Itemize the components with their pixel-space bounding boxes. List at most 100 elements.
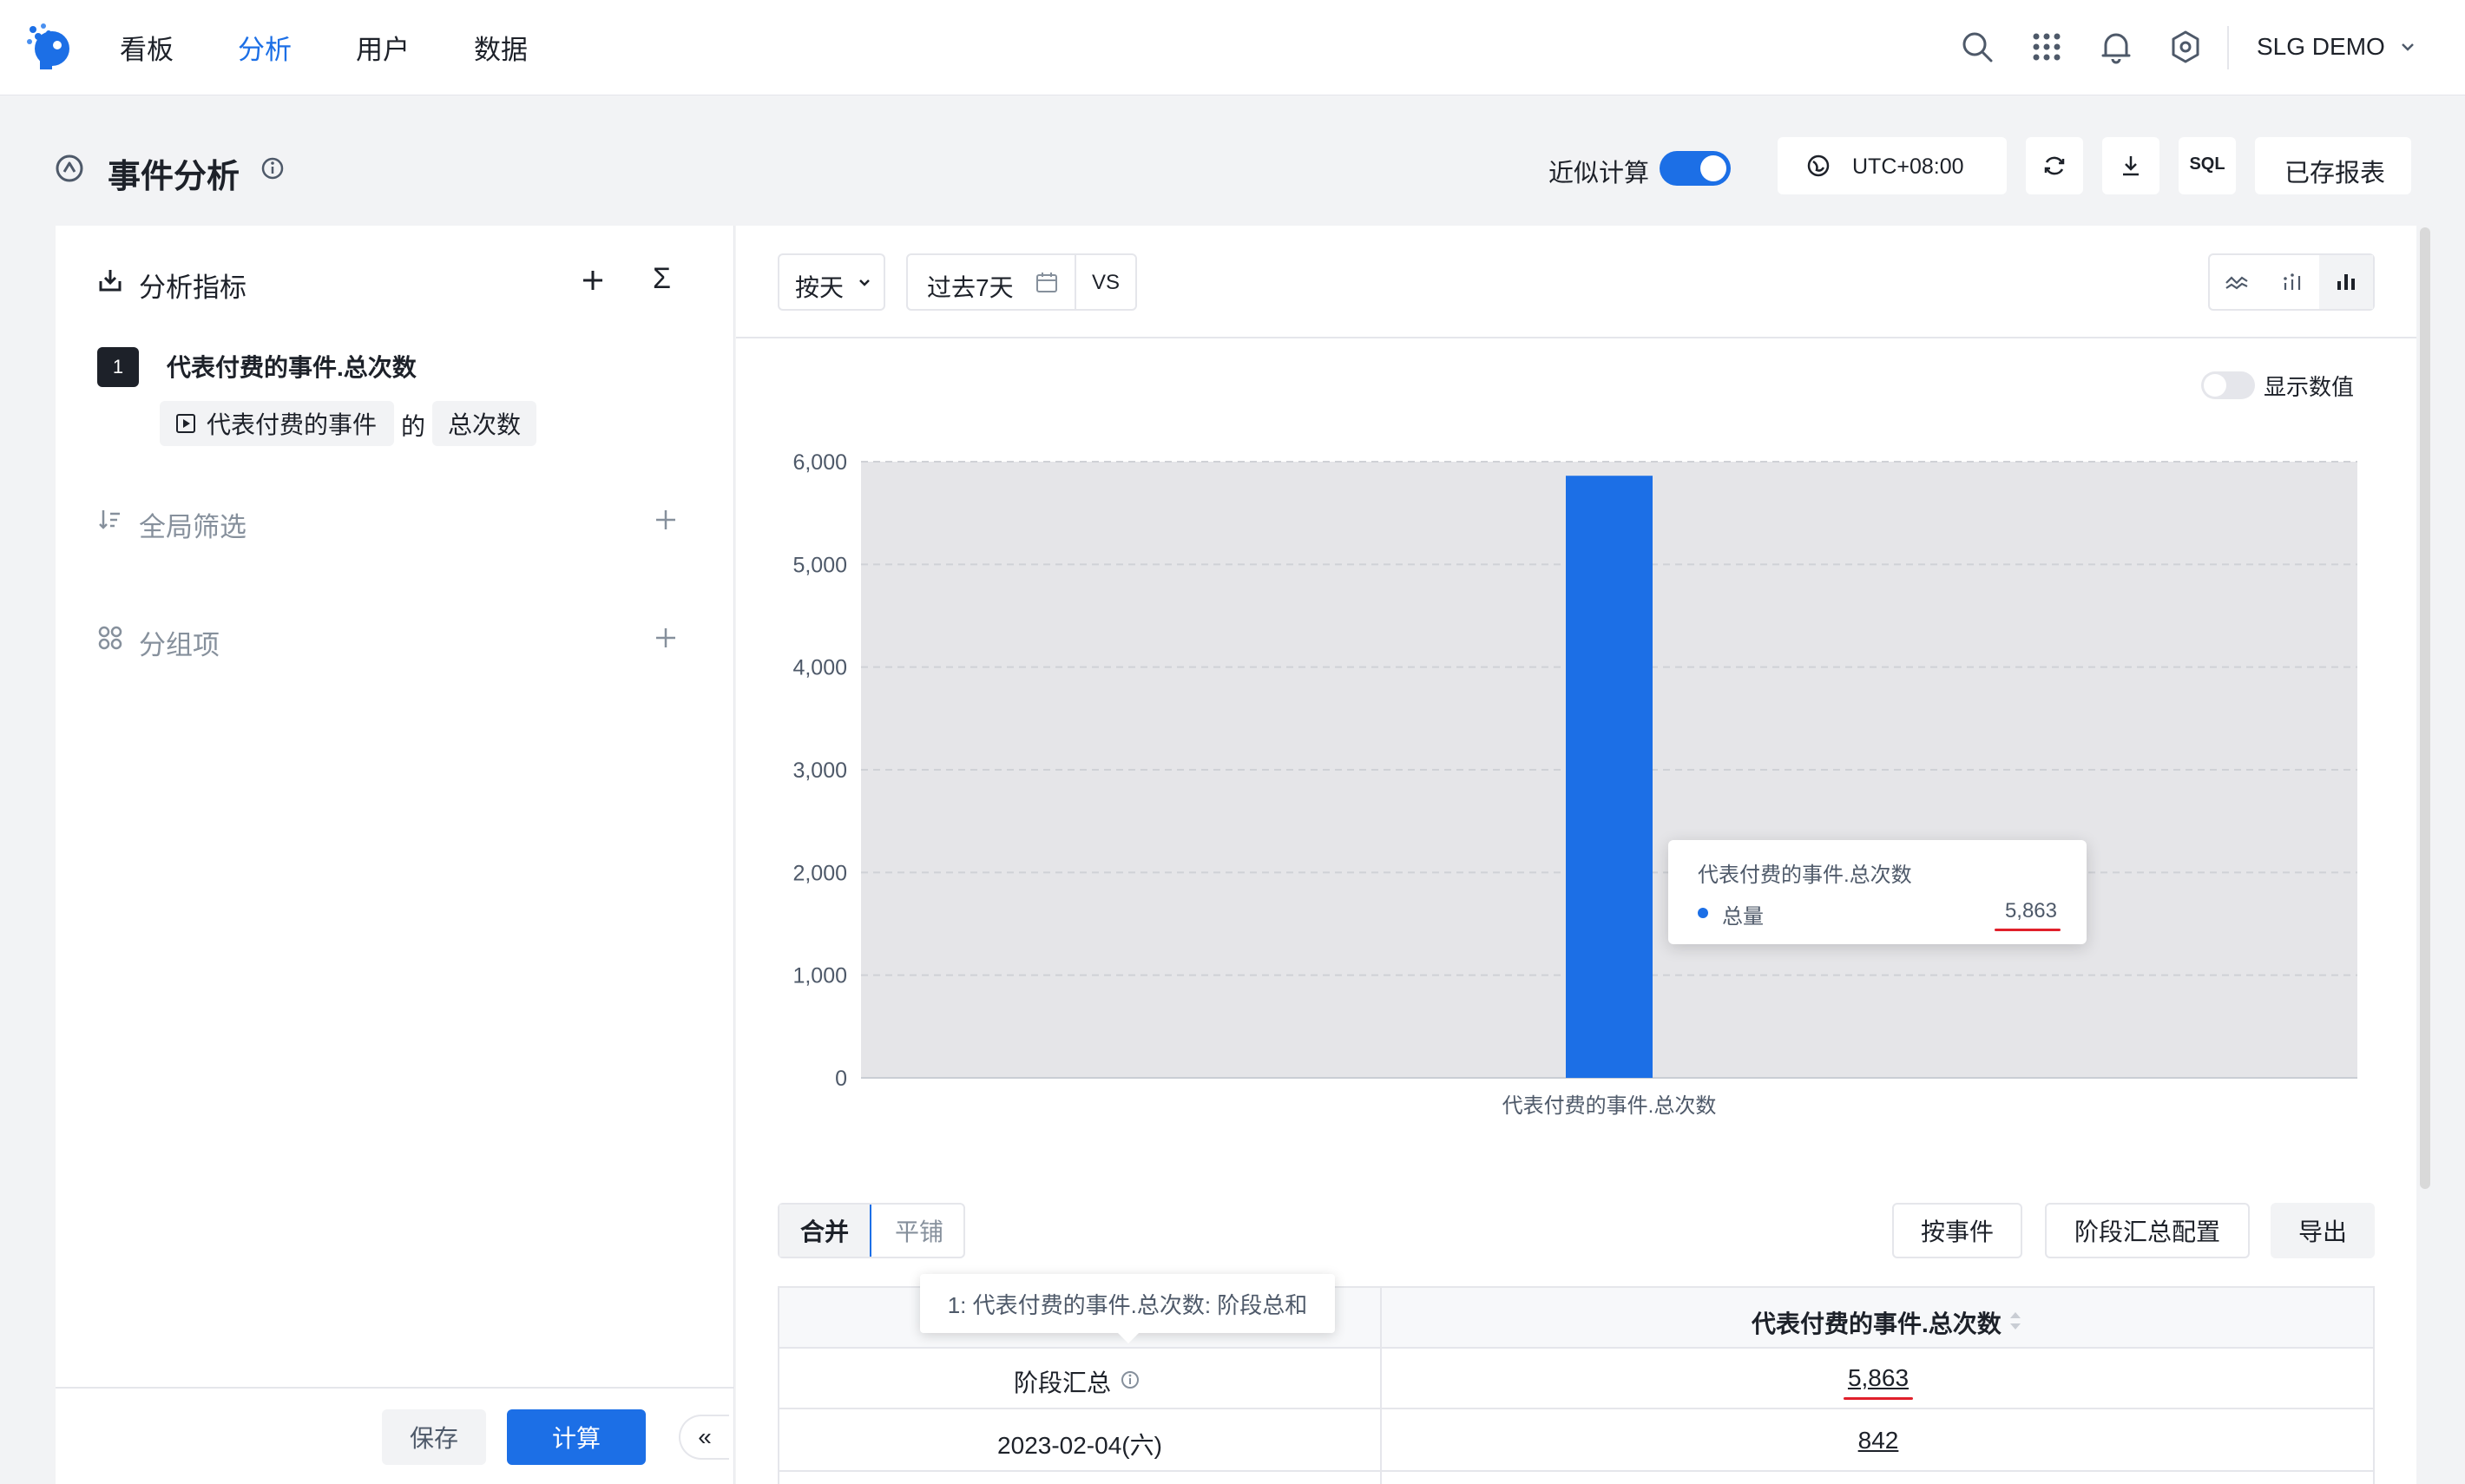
event-type-icon bbox=[176, 414, 195, 433]
y-tick-label: 6,000 bbox=[792, 450, 847, 475]
collapse-panel-button[interactable]: « bbox=[679, 1415, 729, 1460]
scatter-chart-button[interactable] bbox=[2265, 255, 2319, 309]
aggregation-chip-label: 总次数 bbox=[447, 411, 521, 438]
chevron-down-icon[interactable] bbox=[2399, 38, 2416, 56]
sql-label: SQL bbox=[2189, 154, 2225, 174]
group-icon bbox=[98, 626, 122, 650]
event-analysis-icon bbox=[56, 154, 83, 182]
date-range-value: 过去7天 bbox=[927, 274, 1014, 301]
table-row: 阶段汇总 5,863 bbox=[779, 1349, 2373, 1409]
download-button[interactable] bbox=[2102, 137, 2159, 194]
bar bbox=[1566, 476, 1653, 1078]
sigma-icon[interactable]: Σ bbox=[653, 262, 671, 296]
global-filter-title: 全局筛选 bbox=[139, 512, 246, 542]
series-dot-icon bbox=[1698, 908, 1708, 918]
by-event-button[interactable]: 按事件 bbox=[1892, 1203, 2022, 1258]
tooltip-title: 代表付费的事件.总次数 bbox=[1698, 863, 1912, 887]
granularity-value: 按天 bbox=[795, 274, 845, 301]
compare-button[interactable]: VS bbox=[1075, 253, 1137, 311]
add-metric-icon[interactable] bbox=[580, 267, 606, 293]
y-tick-label: 1,000 bbox=[792, 964, 847, 988]
chart-tooltip: 代表付费的事件.总次数 总量 5,863 bbox=[1668, 840, 2087, 944]
refresh-button[interactable] bbox=[2026, 137, 2083, 194]
nav-item-dashboard[interactable]: 看板 bbox=[120, 28, 174, 67]
export-button[interactable]: 导出 bbox=[2271, 1203, 2375, 1258]
date-range-picker[interactable]: 过去7天 bbox=[906, 253, 1076, 311]
column-header[interactable]: 代表付费的事件.总次数 bbox=[1752, 1305, 2002, 1340]
tab-tile[interactable]: 平铺 bbox=[873, 1205, 965, 1257]
x-tick-label: 代表付费的事件.总次数 bbox=[1502, 1094, 1717, 1118]
tooltip-arrow bbox=[1116, 1331, 1140, 1343]
sort-icon[interactable] bbox=[2008, 1309, 2022, 1333]
row-value[interactable]: 5,863 bbox=[1382, 1364, 2375, 1392]
search-icon[interactable] bbox=[1960, 30, 1995, 64]
tab-merge[interactable]: 合并 bbox=[779, 1205, 871, 1257]
save-button[interactable]: 保存 bbox=[382, 1409, 486, 1465]
nav-divider bbox=[2227, 26, 2229, 69]
event-chip-label: 代表付费的事件 bbox=[207, 411, 378, 438]
page-title: 事件分析 bbox=[108, 159, 240, 195]
view-mode-tabs: 合并 平铺 bbox=[778, 1203, 965, 1258]
dot-chart-icon bbox=[2284, 273, 2301, 290]
y-tick-label: 2,000 bbox=[792, 861, 847, 885]
y-tick-label: 4,000 bbox=[792, 656, 847, 680]
gear-icon[interactable] bbox=[2168, 30, 2203, 64]
toolbar-divider bbox=[736, 337, 2416, 338]
bar-chart-button[interactable] bbox=[2319, 255, 2373, 309]
of-label: 的 bbox=[401, 413, 426, 440]
tooltip-series-label: 总量 bbox=[1722, 905, 1764, 929]
user-menu[interactable]: SLG DEMO bbox=[2257, 33, 2385, 61]
event-chip[interactable]: 代表付费的事件 bbox=[160, 401, 394, 446]
bell-icon[interactable] bbox=[2099, 30, 2133, 64]
bar-chart-icon bbox=[2337, 274, 2355, 290]
chevron-down-icon bbox=[859, 279, 870, 286]
nav-item-data[interactable]: 数据 bbox=[474, 28, 528, 67]
metric-index-badge: 1 bbox=[97, 347, 139, 387]
line-chart-button[interactable] bbox=[2210, 255, 2264, 309]
saved-reports-label: 已存报表 bbox=[2284, 160, 2386, 187]
row-label: 阶段汇总 bbox=[1013, 1369, 1111, 1396]
show-values-label: 显示数值 bbox=[2264, 374, 2355, 400]
stage-summary-config-button[interactable]: 阶段汇总配置 bbox=[2045, 1203, 2250, 1258]
top-nav: 看板 分析 用户 数据 SLG DEMO bbox=[0, 0, 2465, 95]
bar-chart: 0 1,000 2,000 3,000 4,000 5,000 6,000 代表付费的事件.总… bbox=[792, 450, 2357, 1118]
chart-type-switcher bbox=[2208, 253, 2375, 311]
info-icon[interactable] bbox=[1120, 1369, 1140, 1390]
info-icon[interactable] bbox=[260, 156, 285, 181]
apps-grid-icon[interactable] bbox=[2029, 30, 2064, 64]
logo-icon[interactable] bbox=[24, 21, 75, 71]
aggregation-chip[interactable]: 总次数 bbox=[432, 401, 536, 446]
table-row: 2023-02-04(六) 842 bbox=[779, 1411, 2373, 1472]
y-tick-label: 0 bbox=[835, 1067, 847, 1091]
add-filter-icon[interactable] bbox=[653, 507, 679, 533]
refresh-icon bbox=[2044, 156, 2065, 175]
y-tick-label: 5,000 bbox=[792, 553, 847, 577]
metrics-icon bbox=[99, 270, 122, 292]
sql-button[interactable]: SQL bbox=[2179, 137, 2236, 194]
filter-icon bbox=[99, 510, 120, 529]
nav-item-users[interactable]: 用户 bbox=[356, 28, 410, 67]
compare-label: VS bbox=[1091, 271, 1120, 294]
line-chart-icon bbox=[2225, 276, 2248, 290]
globe-icon bbox=[1807, 154, 1830, 177]
metric-name[interactable]: 代表付费的事件.总次数 bbox=[167, 349, 417, 384]
timezone-label: UTC+08:00 bbox=[1852, 154, 1964, 179]
approx-calc-label: 近似计算 bbox=[1548, 160, 1650, 187]
nav-item-analysis[interactable]: 分析 bbox=[238, 28, 292, 67]
approx-calc-toggle[interactable] bbox=[1660, 151, 1731, 186]
column-divider bbox=[1380, 1288, 1382, 1484]
add-group-icon[interactable] bbox=[653, 625, 679, 651]
scrollbar[interactable] bbox=[2420, 227, 2430, 1189]
left-panel bbox=[56, 226, 734, 1484]
row-label: 2023-02-04(六) bbox=[997, 1432, 1162, 1459]
show-values-toggle[interactable] bbox=[2201, 371, 2255, 399]
metrics-title: 分析指标 bbox=[139, 273, 246, 303]
calculate-button[interactable]: 计算 bbox=[507, 1409, 646, 1465]
calendar-icon bbox=[1036, 273, 1057, 292]
row-value[interactable]: 842 bbox=[1382, 1427, 2375, 1454]
highlight-underline bbox=[1844, 1397, 1913, 1400]
header-hover-tooltip: 1: 代表付费的事件.总次数: 阶段总和 bbox=[920, 1274, 1335, 1333]
granularity-select[interactable]: 按天 bbox=[778, 253, 885, 311]
download-icon bbox=[2123, 156, 2139, 176]
left-panel-footer-divider bbox=[56, 1387, 734, 1389]
